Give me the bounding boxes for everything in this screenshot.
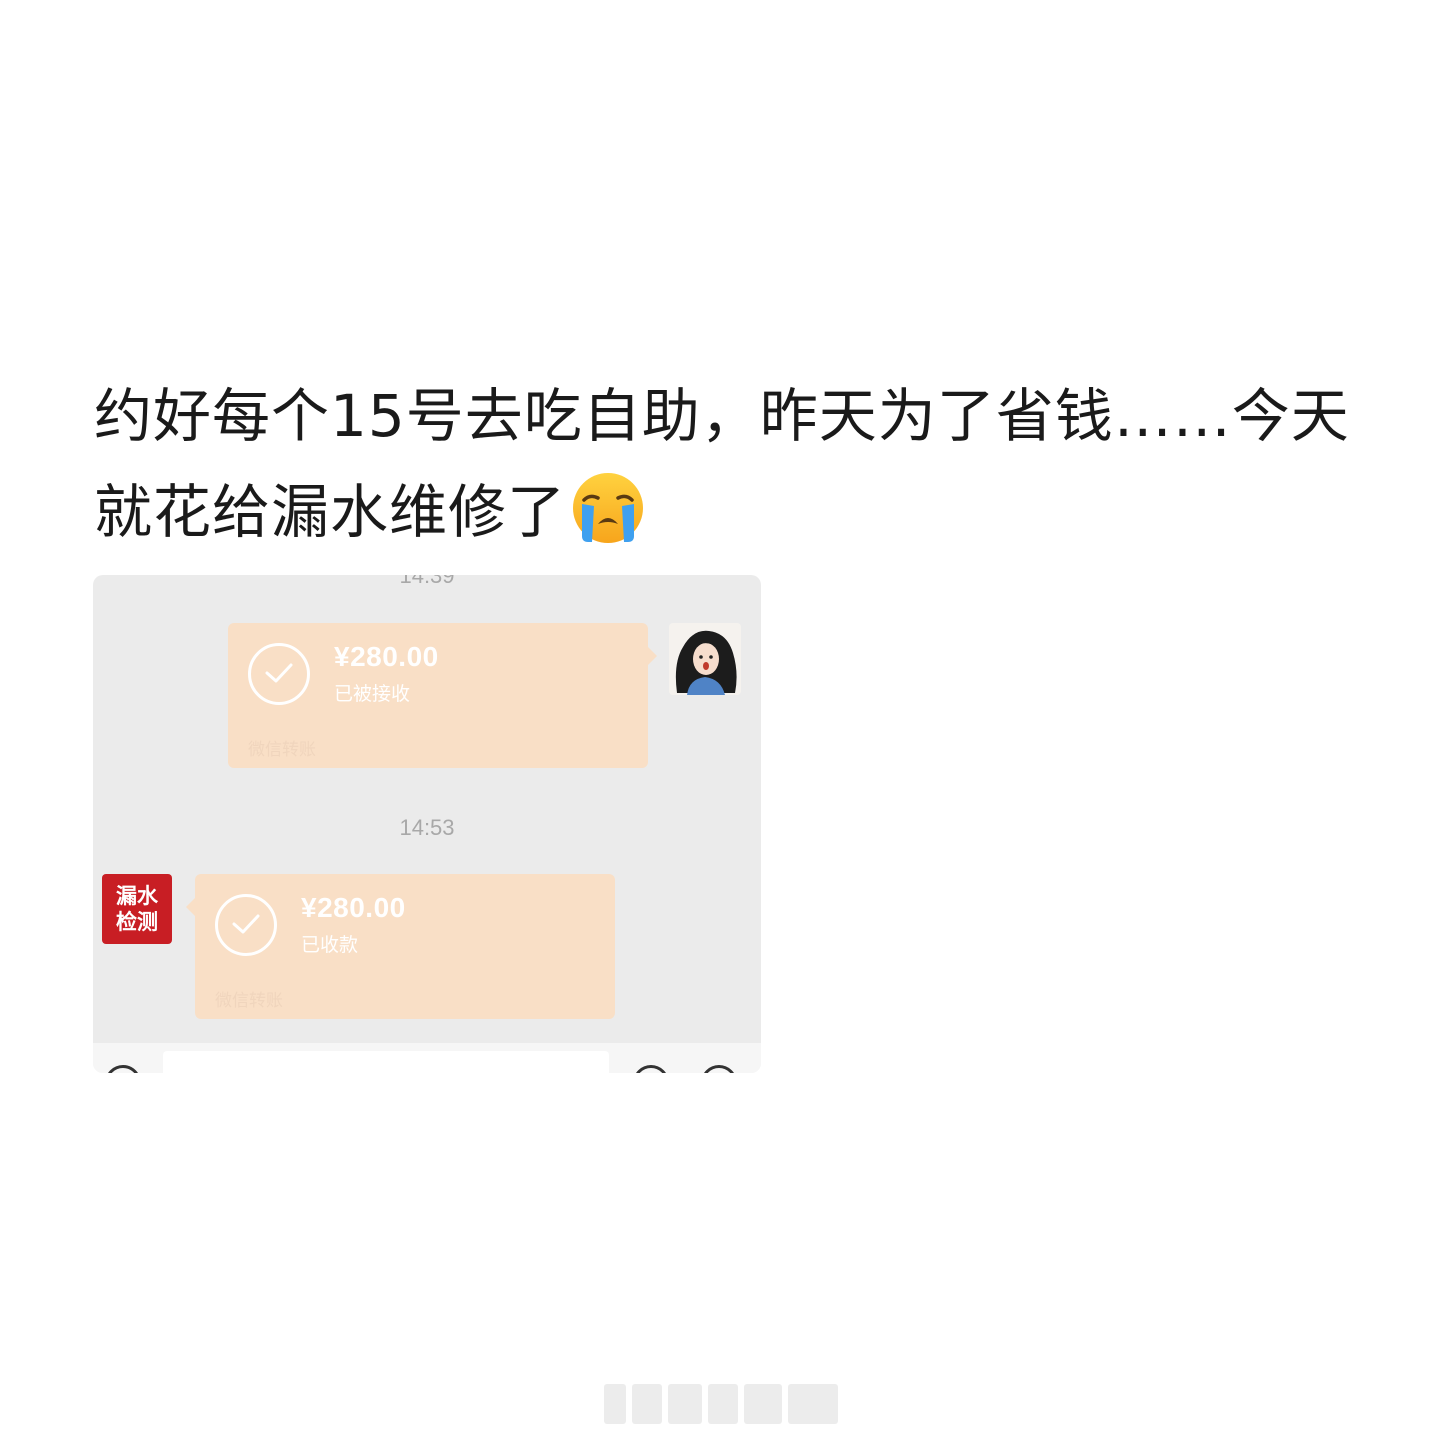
transfer-status: 已收款 <box>301 934 359 956</box>
plus-icon[interactable] <box>701 1065 737 1073</box>
sent-transfer-bubble[interactable]: ¥280.00 已被接收 微信转账 <box>228 623 657 768</box>
avatar[interactable] <box>669 623 741 695</box>
post-line-2: 就花给漏水维修了 <box>94 464 1354 560</box>
received-transfer-bubble[interactable]: ¥280.00 已收款 微信转账 <box>186 874 615 1019</box>
chat-screenshot: 14:39 ¥280.00 已被接收 微信转账 14:53 漏水 检测 ¥280… <box>93 575 761 1073</box>
message-input[interactable] <box>163 1051 609 1073</box>
watermark-logo <box>604 1384 838 1424</box>
emoji-icon[interactable] <box>633 1065 669 1073</box>
voice-icon[interactable] <box>105 1065 141 1073</box>
transfer-footer: 微信转账 <box>248 740 316 760</box>
loudly-crying-face-icon <box>573 473 644 543</box>
transfer-footer: 微信转账 <box>215 991 283 1011</box>
post-line-1: 约好每个15号去吃自助，昨天为了省钱……今天 <box>94 382 1350 450</box>
bubble-tail <box>648 647 657 665</box>
shop-avatar-line-1: 漏水 <box>116 883 158 908</box>
chat-input-bar <box>93 1043 761 1073</box>
post-page: 约好每个15号去吃自助，昨天为了省钱……今天 就花给漏水维修了 14:39 ¥2… <box>0 0 1440 1440</box>
timestamp: 14:39 <box>399 575 455 588</box>
timestamp: 14:53 <box>399 815 455 840</box>
transfer-amount: ¥280.00 <box>301 892 406 923</box>
bubble-tail <box>186 898 195 916</box>
post-body: 约好每个15号去吃自助，昨天为了省钱……今天 就花给漏水维修了 <box>94 368 1354 560</box>
woman-avatar-icon <box>675 630 737 695</box>
shop-avatar-line-2: 检测 <box>116 909 158 934</box>
check-circle-icon <box>248 643 310 705</box>
check-circle-icon <box>215 894 277 956</box>
transfer-amount: ¥280.00 <box>334 641 439 672</box>
transfer-status: 已被接收 <box>334 683 411 705</box>
post-line-2-text: 就花给漏水维修了 <box>94 478 567 546</box>
shop-avatar[interactable]: 漏水 检测 <box>102 874 172 944</box>
